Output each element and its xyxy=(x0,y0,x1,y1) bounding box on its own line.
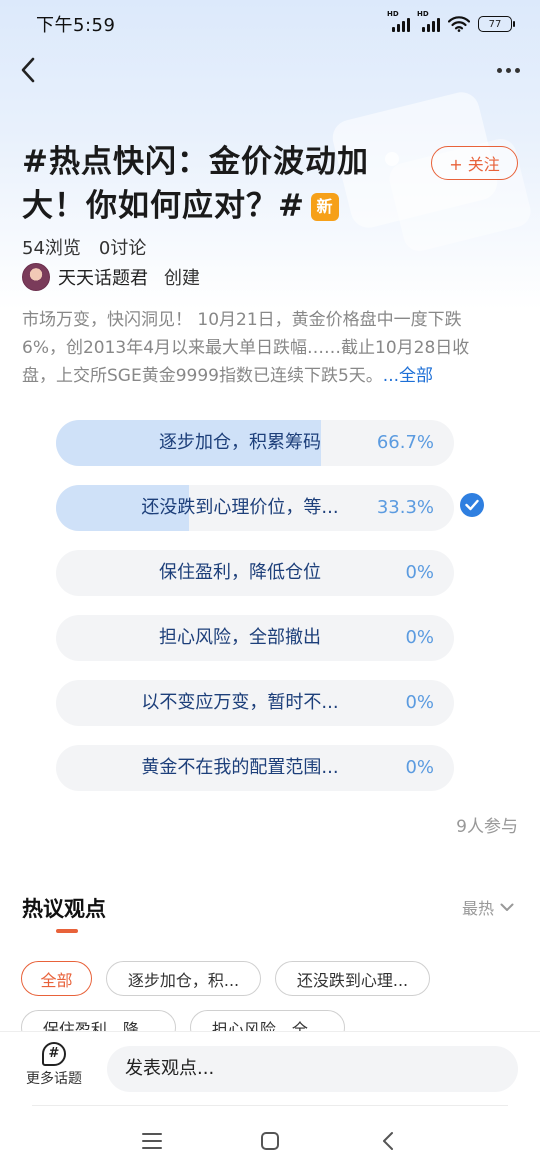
comment-input[interactable]: 发表观点... xyxy=(107,1046,518,1092)
top-nav xyxy=(0,50,540,90)
battery-icon: 77 xyxy=(478,16,515,32)
poll-option-label: 以不变应万变，暂时不... xyxy=(141,692,339,713)
poll-option-percent: 0% xyxy=(405,562,434,583)
system-back-button[interactable] xyxy=(373,1126,403,1156)
participant-count: 9人参与 xyxy=(456,817,518,837)
chip-option[interactable]: 担心风险，全... xyxy=(190,1010,345,1033)
chevron-left-icon xyxy=(21,57,35,83)
more-button[interactable] xyxy=(497,58,520,82)
hd-badge: HD xyxy=(387,10,399,18)
view-count: 54浏览 xyxy=(22,238,81,259)
battery-level: 77 xyxy=(488,18,502,30)
poll-option[interactable]: 黄金不在我的配置范围... 0% xyxy=(56,745,454,791)
topic-header: #热点快闪：金价波动加大！你如何应对？# 新 xyxy=(22,140,422,228)
poll: 逐步加仓，积累筹码 66.7% 还没跌到心理价位，等... 33.3% 保住盈利… xyxy=(56,420,456,810)
follow-button[interactable]: + 关注 xyxy=(431,146,518,180)
discussion-count: 0讨论 xyxy=(98,238,147,259)
filter-chips: 全部 逐步加仓，积... 还没跌到心理... 保住盈利，降... 担心风险，全.… xyxy=(21,961,540,1033)
poll-option-percent: 66.7% xyxy=(376,432,434,453)
chip-option[interactable]: 还没跌到心理... xyxy=(275,961,430,996)
more-topics-label: 更多话题 xyxy=(26,1071,82,1087)
hd-badge: HD xyxy=(417,10,429,18)
home-square-icon xyxy=(261,1132,279,1150)
topic-stats: 54浏览 0讨论 xyxy=(22,234,146,260)
chip-all[interactable]: 全部 xyxy=(21,961,92,996)
new-badge: 新 xyxy=(310,193,339,221)
creator-name[interactable]: 天天话题君 xyxy=(58,264,148,290)
poll-option-percent: 0% xyxy=(405,692,434,713)
poll-option[interactable]: 还没跌到心理价位，等... 33.3% xyxy=(56,485,454,531)
poll-option-percent: 33.3% xyxy=(376,497,434,518)
home-button[interactable] xyxy=(255,1126,285,1156)
recents-button[interactable] xyxy=(137,1126,167,1156)
creator-action: 创建 xyxy=(164,268,200,289)
chip-option[interactable]: 保住盈利，降... xyxy=(21,1010,176,1033)
hot-discussion-header: 热议观点 最热 xyxy=(22,893,518,933)
signal-icon: HD xyxy=(417,10,440,32)
title-underline xyxy=(56,929,78,933)
page-title: #热点快闪：金价波动加大！你如何应对？# 新 xyxy=(22,140,422,228)
section-title: 热议观点 xyxy=(22,897,106,921)
sort-dropdown[interactable]: 最热 xyxy=(462,895,514,919)
system-nav-bar xyxy=(0,1110,540,1170)
more-dots-icon xyxy=(497,67,502,73)
poll-option[interactable]: 担心风险，全部撤出 0% xyxy=(56,615,454,661)
bottom-bar: # 更多话题 发表观点... xyxy=(0,1031,540,1111)
selected-check-icon xyxy=(460,493,484,517)
chip-option[interactable]: 逐步加仓，积... xyxy=(106,961,261,996)
poll-option[interactable]: 保住盈利，降低仓位 0% xyxy=(56,550,454,596)
poll-option-percent: 0% xyxy=(405,627,434,648)
poll-option-label: 保住盈利，降低仓位 xyxy=(159,562,321,583)
chevron-down-icon xyxy=(500,903,514,911)
poll-option-percent: 0% xyxy=(405,757,434,778)
signal-icon: HD xyxy=(387,10,410,32)
poll-option-label: 担心风险，全部撤出 xyxy=(159,627,321,648)
status-time: 下午5:59 xyxy=(36,15,116,36)
back-arrow-icon xyxy=(383,1132,393,1150)
poll-option[interactable]: 逐步加仓，积累筹码 66.7% xyxy=(56,420,454,466)
creator-info[interactable]: 天天话题君 创建 xyxy=(22,262,200,292)
poll-option-label: 黄金不在我的配置范围... xyxy=(141,757,339,778)
topic-description: 市场万变，快闪洞见！ 10月21日，黄金价格盘中一度下跌6%，创2013年4月以… xyxy=(22,306,502,390)
avatar[interactable] xyxy=(22,263,50,291)
wifi-icon xyxy=(448,16,470,32)
more-topics-button[interactable]: # 更多话题 xyxy=(20,1042,88,1088)
hash-chat-icon: # xyxy=(42,1042,66,1066)
expand-description-link[interactable]: ...全部 xyxy=(383,366,433,386)
status-icons: HD HD 77 xyxy=(387,10,515,32)
status-bar: 下午5:59 HD HD 77 xyxy=(0,0,540,48)
menu-icon xyxy=(142,1133,162,1149)
sort-label: 最热 xyxy=(461,899,494,918)
back-button[interactable] xyxy=(14,54,42,86)
divider xyxy=(32,1105,508,1106)
poll-option[interactable]: 以不变应万变，暂时不... 0% xyxy=(56,680,454,726)
